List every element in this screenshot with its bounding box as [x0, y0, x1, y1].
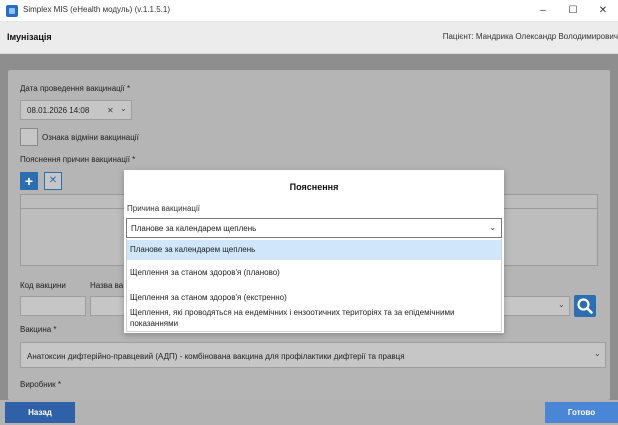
- vaccine-name-label: Назва ва: [90, 281, 124, 290]
- app-icon: [6, 5, 18, 17]
- done-button[interactable]: Готово: [545, 402, 618, 423]
- reason-label: Причина вакцинації: [127, 204, 201, 213]
- chevron-down-icon[interactable]: ⌄: [558, 300, 565, 309]
- reason-selected-value: Планове за календарем щеплень: [131, 224, 257, 233]
- chevron-down-icon[interactable]: ⌄: [120, 104, 127, 113]
- dialog-title: Пояснення: [289, 182, 339, 192]
- remove-reason-button[interactable]: ✕: [44, 172, 62, 190]
- back-button[interactable]: Назад: [5, 402, 75, 423]
- reason-select[interactable]: Планове за календарем щеплень ⌄: [126, 218, 502, 238]
- explanation-dialog: Пояснення Причина вакцинації Планове за …: [124, 170, 504, 333]
- date-value: 08.01.2026 14:08: [27, 106, 90, 115]
- cancel-vaccination-label: Ознака відміни вакцинації: [42, 133, 139, 142]
- date-label: Дата проведення вакцинації *: [20, 84, 131, 93]
- patient-name: Пацієнт: Мандрика Олександр Володимирови…: [442, 32, 618, 41]
- clear-date-icon[interactable]: ✕: [107, 106, 114, 115]
- chevron-down-icon[interactable]: ⌄: [489, 223, 496, 232]
- manufacturer-label: Виробник *: [20, 380, 62, 389]
- vaccine-code-label: Код вакцини: [20, 281, 66, 290]
- vaccine-select[interactable]: Анатоксин дифтерійно-правцевий (АДП) - к…: [20, 342, 606, 368]
- search-button[interactable]: [574, 295, 596, 317]
- window-titlebar: Simplex MIS (eHealth модуль) (v.1.1.5.1)…: [0, 0, 618, 22]
- page-title: Імунізація: [7, 32, 52, 42]
- add-reason-button[interactable]: +: [20, 172, 38, 190]
- reasons-label: Пояснення причин вакцинації *: [20, 155, 136, 164]
- window-title: Simplex MIS (eHealth модуль) (v.1.1.5.1): [23, 5, 170, 14]
- minimize-button[interactable]: –: [528, 0, 558, 22]
- maximize-button[interactable]: ☐: [558, 0, 588, 22]
- bottom-bar: Назад Готово: [0, 400, 618, 425]
- page-header: Імунізація Пацієнт: Мандрика Олександр В…: [0, 22, 618, 54]
- cancel-vaccination-checkbox[interactable]: [20, 128, 38, 146]
- reason-option-health-emergency[interactable]: Щеплення за станом здоров'я (екстренно): [127, 289, 501, 307]
- reason-option-endemic[interactable]: Щеплення, які проводяться на ендемічних …: [127, 307, 501, 331]
- chevron-down-icon[interactable]: ⌄: [594, 349, 601, 358]
- reason-option-health-planned[interactable]: Щеплення за станом здоров'я (планово): [127, 264, 501, 282]
- vaccine-label: Вакцина *: [20, 325, 57, 334]
- vaccine-code-input[interactable]: [20, 296, 86, 316]
- close-window-button[interactable]: ✕: [588, 0, 618, 22]
- reason-options-list: Планове за календарем щеплень Щеплення з…: [126, 239, 502, 332]
- search-icon: [577, 298, 593, 314]
- reason-option-planned[interactable]: Планове за календарем щеплень: [127, 240, 501, 260]
- vaccine-value: Анатоксин дифтерійно-правцевий (АДП) - к…: [27, 352, 405, 361]
- date-field[interactable]: 08.01.2026 14:08 ✕ ⌄: [20, 100, 132, 120]
